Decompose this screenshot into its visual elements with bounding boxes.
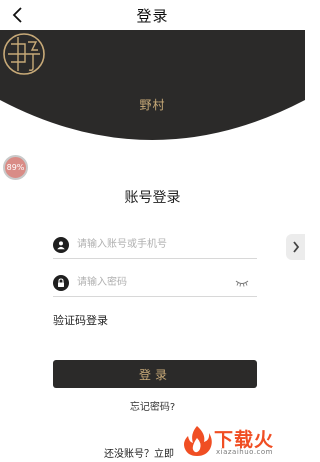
user-icon bbox=[53, 237, 69, 253]
back-button[interactable] bbox=[8, 4, 28, 26]
brand-name: 野村 bbox=[139, 98, 166, 112]
hero-banner: 野村 bbox=[0, 30, 305, 150]
chevron-right-icon bbox=[292, 241, 299, 253]
lock-icon bbox=[53, 275, 69, 291]
password-field bbox=[53, 270, 257, 297]
account-input[interactable] bbox=[77, 234, 227, 254]
site-watermark: 下载火 xiazaihuo.com bbox=[180, 424, 302, 458]
flame-logo-icon bbox=[184, 426, 212, 456]
login-button[interactable]: 登录 bbox=[53, 360, 257, 388]
chevron-left-icon bbox=[12, 7, 22, 23]
forgot-password-link[interactable]: 忘记密码? bbox=[0, 398, 305, 413]
top-bar: 登录 bbox=[0, 0, 305, 30]
brand-logo-icon bbox=[3, 33, 45, 75]
account-field bbox=[53, 232, 257, 259]
page-title: 登录 bbox=[136, 6, 169, 25]
eye-closed-icon[interactable] bbox=[235, 279, 249, 287]
sms-login-link[interactable]: 验证码登录 bbox=[53, 312, 108, 328]
side-expand-button[interactable] bbox=[286, 234, 305, 260]
progress-badge[interactable]: 89% bbox=[3, 155, 28, 180]
watermark-url: xiazaihuo.com bbox=[216, 448, 273, 456]
login-title: 账号登录 bbox=[124, 190, 181, 206]
password-input[interactable] bbox=[77, 272, 227, 292]
register-link[interactable]: 还没账号？立即 bbox=[104, 445, 174, 460]
